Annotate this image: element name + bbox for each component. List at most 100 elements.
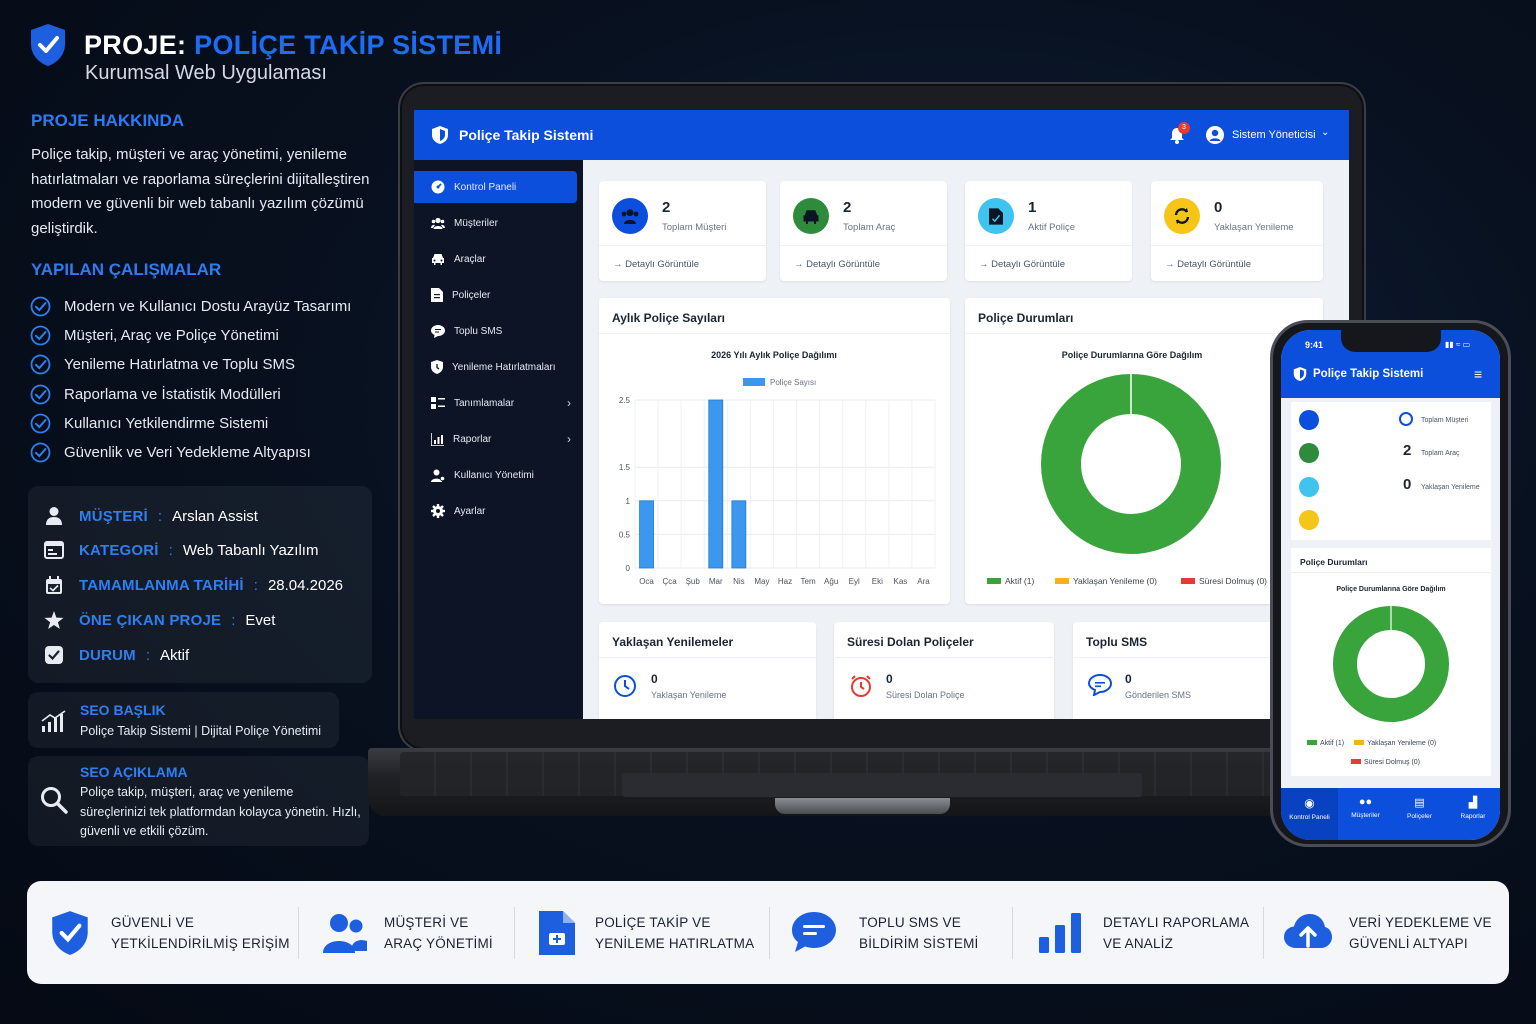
cloud-upload-icon — [1284, 913, 1332, 952]
phone-screen: 9:41 ▮▮ ≈ ▭ Poliçe Takip Sistemi ≡ Topla… — [1281, 330, 1500, 840]
panel-title: Süresi Dolan Poliçeler — [834, 622, 1054, 658]
about-heading: PROJE HAKKINDA — [31, 111, 185, 130]
legend-item: Süresi Dolmuş (0) — [1351, 759, 1420, 766]
check-circle-icon — [30, 296, 51, 317]
bar — [639, 500, 654, 569]
x-tick-label: Oca — [639, 577, 654, 586]
list-item: Müşteri, Araç ve Poliçe Yönetimi — [30, 321, 351, 350]
tab-musteriler[interactable]: ●● Müşteriler — [1338, 788, 1393, 840]
project-info-card: MÜŞTERİ: Arslan Assist KATEGORİ: Web Taban… — [28, 486, 372, 683]
notification-badge: 3 — [1178, 122, 1190, 134]
detail-link[interactable]: → Detaylı Görüntüle — [780, 245, 947, 270]
stat-label: Toplam Müşteri — [1421, 417, 1469, 424]
info-row-client: MÜŞTERİ: Arslan Assist — [44, 506, 258, 526]
seo-title-label: SEO BAŞLIK — [80, 702, 166, 718]
chart-title: 2026 Yılı Aylık Poliçe Dağılımı — [711, 350, 837, 360]
stat-label: Aktif Poliçe — [1028, 222, 1075, 233]
loading-ring-icon — [1399, 412, 1413, 426]
page-subtitle: Kurumsal Web Uygulaması — [85, 62, 327, 84]
chevron-right-icon[interactable]: › — [567, 396, 571, 410]
monthly-bar-chart: 2026 Yılı Aylık Poliçe Dağılımı Poliçe Sa… — [619, 350, 936, 586]
tab-raporlar[interactable]: ▟ Raporlar — [1446, 788, 1500, 840]
legend-label: Poliçe Sayısı — [770, 378, 816, 387]
list-item: Güvenlik ve Veri Yedekleme Altyapısı — [30, 438, 351, 467]
signal-battery-icon: ▮▮ ≈ ▭ — [1445, 340, 1471, 349]
phone-notch — [1341, 330, 1441, 352]
x-tick-label: Tem — [801, 577, 816, 586]
document-icon — [978, 198, 1014, 234]
detail-link[interactable]: → Detaylı Görüntüle — [965, 245, 1132, 270]
users-icon — [1299, 410, 1319, 430]
legend-swatch — [743, 378, 765, 386]
chart-title: Poliçe Durumlarına Göre Dağılım — [1062, 350, 1203, 360]
refresh-icon — [1299, 510, 1319, 530]
info-row-date: TAMAMLANMA TARİHİ:28.04.2026 — [44, 576, 343, 595]
legend-label: Süresi Dolmuş (0) — [1199, 576, 1267, 586]
signal-chart-icon — [41, 710, 67, 732]
users-icon — [612, 198, 648, 234]
tab-policeler[interactable]: ▤ Poliçeler — [1393, 788, 1446, 840]
tab-kontrol-paneli[interactable]: ◉ Kontrol Paneli — [1281, 788, 1338, 840]
user-avatar-icon[interactable] — [1206, 126, 1224, 144]
stat-label: Toplam Araç — [843, 222, 896, 233]
legend-item: Aktif (1) — [1307, 740, 1344, 747]
stat-value: 2 — [1403, 442, 1412, 459]
search-icon — [40, 786, 68, 814]
legend-swatch — [987, 578, 1001, 584]
sidebar-item-kontrol-paneli[interactable]: Kontrol Paneli — [414, 171, 577, 203]
sidebar-item-tanimlamalar[interactable]: Tanımlamalar › — [414, 387, 583, 419]
document-icon — [1299, 477, 1319, 497]
x-tick-label: May — [754, 577, 769, 586]
feature-secure-access: GÜVENLİ VE YETKİLENDİRİLMİŞ ERİŞİM — [49, 881, 290, 984]
seo-description-label: SEO AÇIKLAMA — [80, 764, 188, 780]
phone-donut-chart — [1333, 606, 1449, 722]
feature-backup: VERİ YEDEKLEME VE GÜVENLİ ALTYAPI — [1284, 881, 1492, 984]
sidebar-item-araclar[interactable]: Araçlar — [414, 243, 583, 275]
alarm-icon — [849, 674, 873, 698]
car-icon — [431, 253, 445, 265]
shield-icon — [1293, 366, 1307, 382]
x-tick-label: Haz — [778, 577, 792, 586]
donut-slice-aktif — [1333, 606, 1449, 722]
monthly-chart-panel: Aylık Poliçe Sayıları 2026 Yılı Aylık Po… — [599, 298, 950, 604]
dashboard-icon: ◉ — [1304, 796, 1315, 810]
seo-description-card: SEO AÇIKLAMA Poliçe takip, müşteri, araç… — [28, 756, 369, 846]
hamburger-menu-icon[interactable]: ≡ — [1474, 366, 1482, 382]
users-icon — [431, 217, 445, 229]
phone-tab-bar: ◉ Kontrol Paneli ●● Müşteriler ▤ Poliçeler … — [1281, 788, 1500, 840]
sidebar-item-policeler[interactable]: Poliçeler — [414, 279, 583, 311]
document-icon — [539, 910, 575, 955]
stat-label: Yaklaşan Yenileme — [1214, 222, 1294, 233]
check-circle-icon — [30, 354, 51, 375]
app-brand[interactable]: Poliçe Takip Sistemi — [459, 127, 593, 143]
stat-card-police[interactable]: 1 Aktif Poliçe → Detaylı Görüntüle — [965, 181, 1132, 281]
sidebar-item-kullanici-yonetimi[interactable]: Kullanıcı Yönetimi — [414, 459, 583, 491]
sms-label: Gönderilen SMS — [1125, 690, 1192, 700]
document-icon — [431, 288, 443, 302]
sidebar-item-musteriler[interactable]: Müşteriler — [414, 207, 583, 239]
detail-link[interactable]: → Detaylı Görüntüle — [599, 245, 766, 270]
info-row-status: DURUM: Aktif — [44, 646, 189, 664]
detail-link[interactable]: → Detaylı Görüntüle — [1151, 245, 1323, 270]
phone-brand[interactable]: Poliçe Takip Sistemi — [1313, 368, 1423, 380]
legend-swatch — [1055, 578, 1069, 584]
shield-check-icon — [28, 22, 68, 68]
chevron-right-icon[interactable]: › — [567, 432, 571, 446]
panel-title: Poliçe Durumları — [1300, 557, 1368, 567]
sidebar-item-ayarlar[interactable]: Ayarlar — [414, 495, 583, 527]
stat-card-musteri[interactable]: 2 Toplam Müşteri → Detaylı Görüntüle — [599, 181, 766, 281]
stat-card-arac[interactable]: 2 Toplam Araç → Detaylı Görüntüle — [780, 181, 947, 281]
legend-swatch — [1181, 578, 1195, 584]
chevron-down-icon[interactable]: ⌄ — [1321, 127, 1329, 138]
refresh-icon — [1164, 198, 1200, 234]
user-menu[interactable]: Sistem Yöneticisi — [1232, 129, 1316, 141]
sidebar-item-toplu-sms[interactable]: Toplu SMS — [414, 315, 583, 347]
stat-card-yenileme[interactable]: 0 Yaklaşan Yenileme → Detaylı Görüntüle — [1151, 181, 1323, 281]
sidebar-item-yenileme-hatirlatmalari[interactable]: Yenileme Hatırlatmaları — [414, 351, 583, 383]
users-icon — [321, 913, 367, 953]
upcoming-renewals-panel: Yaklaşan Yenilemeler 0 Yaklaşan Yenileme — [599, 622, 816, 719]
panel-title: Yaklaşan Yenilemeler — [599, 622, 816, 658]
x-tick-label: Şub — [686, 577, 701, 586]
legend-item: Yaklaşan Yenileme (0) — [1354, 740, 1436, 747]
sidebar-item-raporlar[interactable]: Raporlar › — [414, 423, 583, 455]
